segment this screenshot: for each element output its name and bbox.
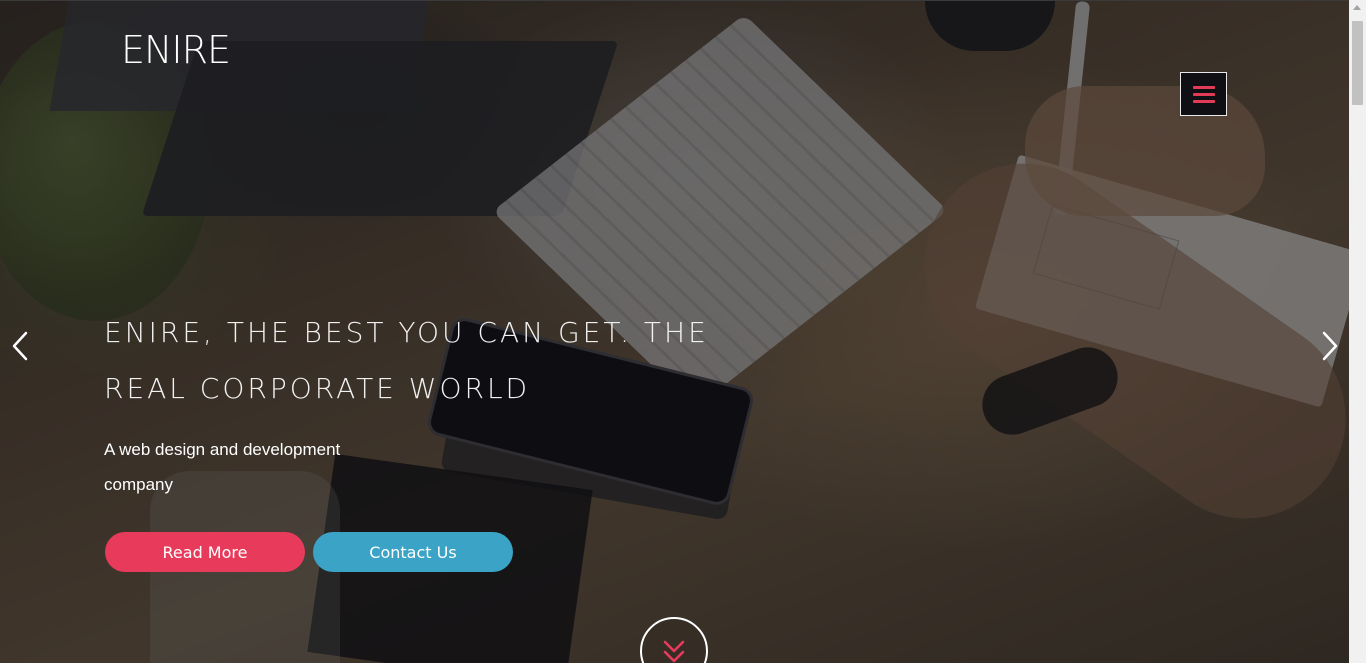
hamburger-icon: [1192, 85, 1215, 89]
scrollbar-thumb[interactable]: [1352, 21, 1363, 105]
page-scrollbar[interactable]: [1349, 0, 1366, 663]
hero-slider: ENIRE ENIRE, THE BEST YOU CAN GET. THE R…: [0, 0, 1349, 663]
slider-prev-button[interactable]: [5, 327, 35, 365]
hamburger-icon-bar: [1192, 92, 1215, 96]
contact-us-button[interactable]: Contact Us: [313, 532, 513, 572]
chevron-left-icon: [12, 331, 28, 361]
chevron-right-icon: [1322, 331, 1338, 361]
hero-subtext: A web design and development company: [104, 440, 341, 494]
menu-toggle-button[interactable]: [1180, 72, 1227, 116]
read-more-button[interactable]: Read More: [105, 532, 305, 572]
hero-headline: ENIRE, THE BEST YOU CAN GET. THE REAL CO…: [104, 316, 709, 405]
site-logo[interactable]: ENIRE: [121, 28, 231, 72]
slider-next-button[interactable]: [1315, 327, 1345, 365]
scroll-up-arrow-icon[interactable]: [1353, 5, 1361, 10]
double-chevron-down-icon: [663, 640, 685, 663]
hamburger-icon-bar: [1192, 99, 1215, 103]
